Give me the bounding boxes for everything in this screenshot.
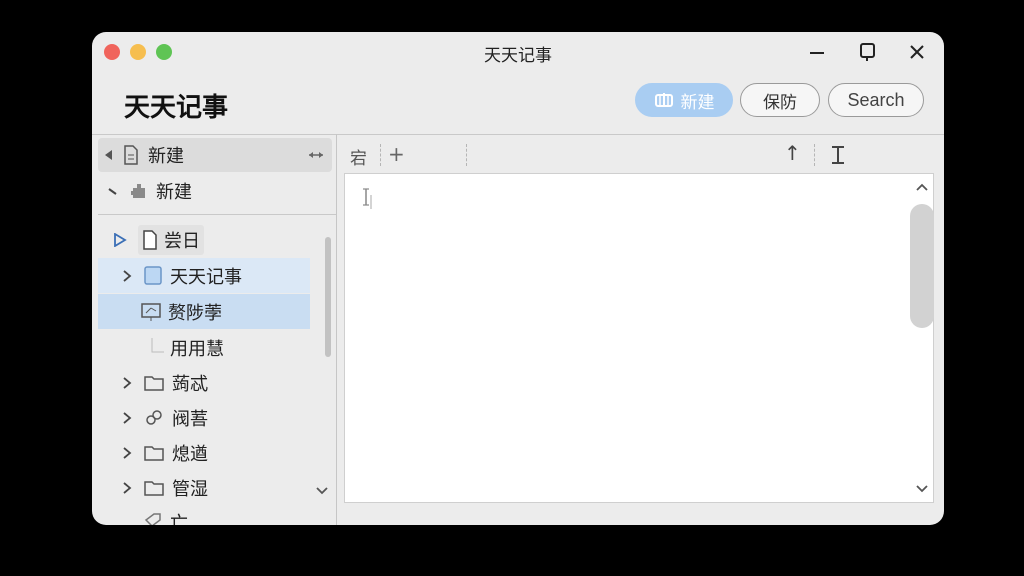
tree-item-label: 阀䓊 xyxy=(172,405,208,431)
folder-icon xyxy=(144,479,164,497)
link-icon xyxy=(144,409,164,427)
style-tool-button[interactable]: 宕 xyxy=(350,144,367,169)
sidebar-new-document[interactable]: 新建 xyxy=(98,138,332,172)
play-arrow-icon[interactable] xyxy=(110,233,130,247)
tree-item-label: 亡 xyxy=(170,509,188,525)
tree-item-label: 天天记事 xyxy=(170,263,242,289)
expand-icon[interactable] xyxy=(104,186,122,196)
folder-icon xyxy=(144,374,164,392)
tree-item-label: 赘陟荸 xyxy=(168,299,222,325)
sidebar-scroll-down-icon[interactable] xyxy=(314,483,330,499)
pane-splitter[interactable] xyxy=(336,134,337,525)
save-button-label: 保防 xyxy=(763,88,797,113)
folder-icon xyxy=(144,444,164,462)
tree-item[interactable]: 用用慧 xyxy=(98,330,310,365)
tag-icon xyxy=(144,512,162,525)
tree-item[interactable]: 管湿 xyxy=(98,470,310,505)
editor-scrollbar-thumb[interactable] xyxy=(910,204,934,328)
tree-item-label: 尝日𨹙 xyxy=(164,227,200,253)
sidebar-item-label: 新建 xyxy=(148,142,184,168)
minimize-button[interactable] xyxy=(802,38,832,66)
close-icon xyxy=(908,43,926,61)
tree-item[interactable]: 尝日𨹙 xyxy=(98,222,310,257)
new-button-label: 新建 xyxy=(681,88,715,113)
notebook-icon xyxy=(144,266,162,286)
tree-item-label: 蒟忒 xyxy=(172,370,208,396)
search-button-label: Search xyxy=(847,90,904,111)
collapse-left-icon[interactable] xyxy=(100,149,118,161)
toolbar-separator xyxy=(466,144,468,166)
tree-item-selected[interactable]: 赘陟荸 xyxy=(98,294,310,329)
header-divider xyxy=(92,134,944,135)
new-note-icon xyxy=(654,91,674,109)
tree-item[interactable]: 熄遒 xyxy=(98,435,310,470)
text-caret-icon xyxy=(361,187,373,211)
puzzle-icon xyxy=(128,182,150,200)
tree-item-label: 用用慧 xyxy=(170,335,224,361)
maximize-icon xyxy=(859,42,877,62)
app-window: 天天记事 天天记事 新建 保防 Search 新建 新建 尝日𨹙 天天记事 赘陟… xyxy=(92,32,944,525)
sidebar-scrollbar-thumb[interactable] xyxy=(325,237,331,357)
sidebar-divider xyxy=(98,214,336,215)
editor-scroll-down-icon[interactable] xyxy=(912,482,932,496)
tree-item-label: 熄遒 xyxy=(172,440,208,466)
chevron-right-icon[interactable] xyxy=(120,376,134,390)
maximize-button[interactable] xyxy=(853,38,883,66)
tree-item[interactable]: 阀䓊 xyxy=(98,400,310,435)
tree-item[interactable]: 蒟忒 xyxy=(98,365,310,400)
editor-scroll-up-icon[interactable] xyxy=(912,180,932,194)
monitor-icon xyxy=(140,302,162,322)
tree-item-partial[interactable]: 亡 xyxy=(98,504,310,525)
move-up-button[interactable]: ↑ xyxy=(784,141,801,165)
title-bar: 天天记事 xyxy=(92,32,944,72)
chevron-right-icon[interactable] xyxy=(120,481,134,495)
tree-item-label: 管湿 xyxy=(172,475,208,501)
document-icon xyxy=(120,145,142,165)
search-button[interactable]: Search xyxy=(828,83,924,117)
editor-toolbar: 宕 + ↑ xyxy=(338,136,942,172)
close-button[interactable] xyxy=(902,38,932,66)
swap-icon[interactable] xyxy=(308,150,324,160)
note-editor[interactable] xyxy=(344,173,934,503)
toolbar-separator xyxy=(814,144,816,166)
chevron-right-icon[interactable] xyxy=(120,269,134,283)
tree-branch-line xyxy=(150,338,166,358)
new-button[interactable]: 新建 xyxy=(635,83,733,117)
app-title: 天天记事 xyxy=(124,87,228,124)
minimize-icon xyxy=(808,43,826,61)
sidebar-new-template[interactable]: 新建 xyxy=(98,174,332,208)
tree-item-notebook[interactable]: 天天记事 xyxy=(98,258,310,293)
tree-item-chip: 尝日𨹙 xyxy=(138,225,204,255)
add-tool-button[interactable]: + xyxy=(388,142,405,166)
toolbar-separator xyxy=(380,144,382,166)
sidebar-item-label: 新建 xyxy=(156,178,192,204)
save-button[interactable]: 保防 xyxy=(740,83,820,117)
chevron-right-icon[interactable] xyxy=(120,411,134,425)
chevron-right-icon[interactable] xyxy=(120,446,134,460)
document-icon xyxy=(142,230,158,250)
text-cursor-icon[interactable] xyxy=(830,145,846,165)
